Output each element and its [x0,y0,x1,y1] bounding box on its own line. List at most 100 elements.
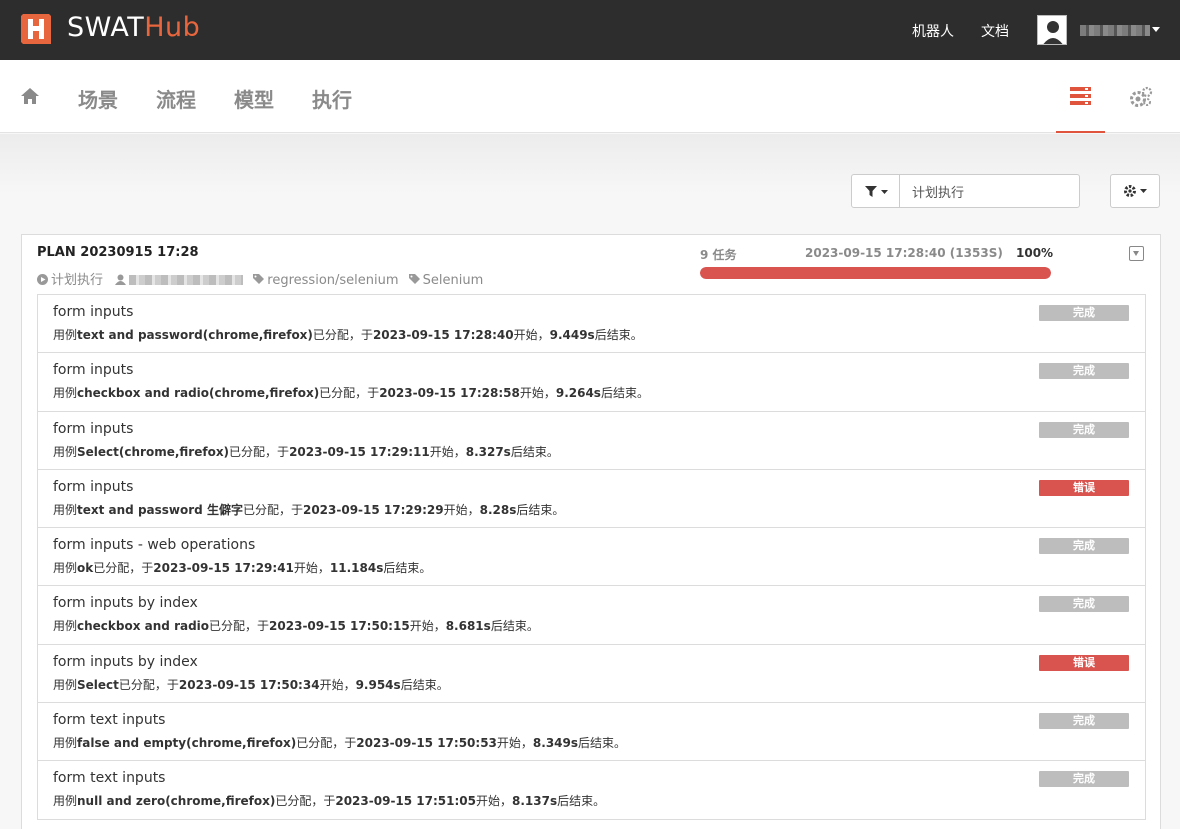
task-description: 用例Select已分配，于2023-09-15 17:50:34开始，9.954… [53,676,449,693]
play-circle-icon [37,274,48,285]
nav-executions-list[interactable] [1056,60,1105,133]
case-name: ok [77,561,94,576]
start-time: 2023-09-15 17:28:40 [372,328,514,342]
nav-execution[interactable]: 执行 [312,84,352,113]
filter-input[interactable] [899,174,1080,208]
desc-mid2: 开始， [519,386,556,401]
start-time: 2023-09-15 17:50:53 [356,736,497,751]
start-time: 2023-09-15 17:29:11 [289,444,430,459]
plan-title[interactable]: PLAN 20230915 17:28 [37,245,199,260]
task-row[interactable]: form inputs 用例Select(chrome,firefox)已分配，于… [38,411,1145,470]
settings-dropdown-button[interactable] [1110,174,1160,208]
case-name: Select [77,677,119,692]
duration: 8.349s [532,736,579,751]
docs-link[interactable]: 文档 [981,21,1009,41]
nav-scenes[interactable]: 场景 [78,84,118,113]
task-row[interactable]: form text inputs 用例false and empty(chrome… [38,703,1145,762]
status-badge: 错误 [1039,479,1129,496]
plan-tag-2[interactable]: Selenium [423,273,484,288]
desc-prefix: 用例 [53,794,78,809]
task-description: 用例text and password 生僻字已分配，于2023-09-15 1… [53,501,564,518]
task-name: form inputs [53,478,134,495]
desc-prefix: 用例 [53,561,78,576]
task-description: 用例false and empty(chrome,firefox)已分配，于20… [53,734,626,751]
task-row[interactable]: form inputs 用例checkbox and radio(chrome,f… [38,353,1145,412]
desc-mid2: 开始， [513,328,550,342]
brand-part2: Hub [144,12,201,43]
robot-link[interactable]: 机器人 [912,21,954,41]
desc-suffix: 后结束。 [557,794,606,809]
desc-mid: 已分配，于 [209,619,270,634]
top-bar: SWATHub 机器人 文档 [0,0,1180,60]
duration: 8.28s [479,502,517,517]
case-name: null and zero(chrome,firefox) [77,794,276,809]
status-badge: 完成 [1039,421,1129,438]
brand-name[interactable]: SWATHub [67,12,200,43]
task-row[interactable]: form inputs by index 用例checkbox and radio… [38,586,1145,645]
status-badge: 错误 [1039,654,1129,671]
gears-icon[interactable] [1129,86,1153,108]
task-description: 用例ok已分配，于2023-09-15 17:29:41开始，11.184s后结… [53,559,431,576]
tag-icon [408,274,420,284]
filter-dropdown-button[interactable] [851,174,900,208]
desc-prefix: 用例 [53,502,78,517]
task-row[interactable]: form inputs 用例text and password 生僻字已分配，于2… [38,469,1145,529]
task-description: 用例text and password(chrome,firefox)已分配，于… [53,326,643,343]
main-nav: 场景 流程 模型 执行 [0,60,1180,133]
list-icon [1070,87,1091,105]
plan-tag-1[interactable]: regression/selenium [267,273,398,288]
brand-part1: SWAT [67,12,145,43]
plan-progress-bar [700,267,1051,279]
desc-prefix: 用例 [53,444,78,459]
status-badge: 完成 [1039,305,1129,321]
avatar[interactable] [1037,15,1067,45]
collapse-toggle-icon[interactable] [1129,246,1144,261]
status-badge: 完成 [1039,713,1129,730]
task-row[interactable]: form inputs - web operations 用例ok已分配，于202… [38,528,1145,587]
desc-suffix: 后结束。 [600,386,649,401]
plan-percent: 100% [1016,246,1054,260]
desc-mid: 已分配，于 [296,736,357,751]
desc-prefix: 用例 [53,386,78,401]
task-row[interactable]: form inputs 用例text and password(chrome,fi… [38,295,1145,354]
task-name: form inputs by index [53,653,198,670]
task-row[interactable]: form text inputs 用例null and zero(chrome,f… [38,761,1145,820]
user-avatar-icon [1043,21,1063,44]
plan-panel: PLAN 20230915 17:28 计划执行 regression/sele… [21,234,1161,829]
desc-mid2: 开始， [476,794,513,809]
duration: 8.327s [465,444,511,459]
tag-icon [253,274,265,284]
desc-suffix: 后结束。 [383,561,432,576]
username-blurred[interactable] [1080,25,1150,36]
plan-start-time: 2023-09-15 17:28:40 (1353S) [805,246,1003,260]
desc-suffix: 后结束。 [510,444,559,459]
desc-mid2: 开始， [319,677,356,692]
nav-models[interactable]: 模型 [234,84,274,113]
case-name: checkbox and radio(chrome,firefox) [77,386,320,401]
plan-type: 计划执行 [51,273,104,288]
nav-flows[interactable]: 流程 [156,84,196,113]
task-row[interactable]: form inputs by index 用例Select已分配，于2023-09… [38,644,1145,704]
task-count: 9 任务 [700,248,737,262]
start-time: 2023-09-15 17:50:34 [178,677,320,692]
home-icon[interactable] [20,87,40,105]
user-icon [115,274,127,285]
desc-mid2: 开始， [409,619,446,634]
case-name: Select(chrome,firefox) [77,444,230,459]
start-time: 2023-09-15 17:50:15 [269,619,410,634]
desc-prefix: 用例 [53,677,78,692]
status-badge: 完成 [1039,363,1129,380]
desc-suffix: 后结束。 [578,736,627,751]
swathub-logo-icon[interactable] [21,14,51,44]
plan-meta: 计划执行 regression/selenium Selenium [37,269,483,288]
desc-suffix: 后结束。 [516,502,565,517]
desc-mid: 已分配，于 [93,561,154,576]
desc-mid2: 开始， [429,444,466,459]
task-name: form inputs - web operations [53,537,256,554]
task-name: form inputs [53,304,134,320]
duration: 11.184s [329,561,384,576]
plan-progress-fill [700,267,1051,279]
user-menu-caret-icon[interactable] [1152,27,1160,32]
task-name: form inputs by index [53,595,198,612]
start-time: 2023-09-15 17:29:29 [302,502,444,517]
